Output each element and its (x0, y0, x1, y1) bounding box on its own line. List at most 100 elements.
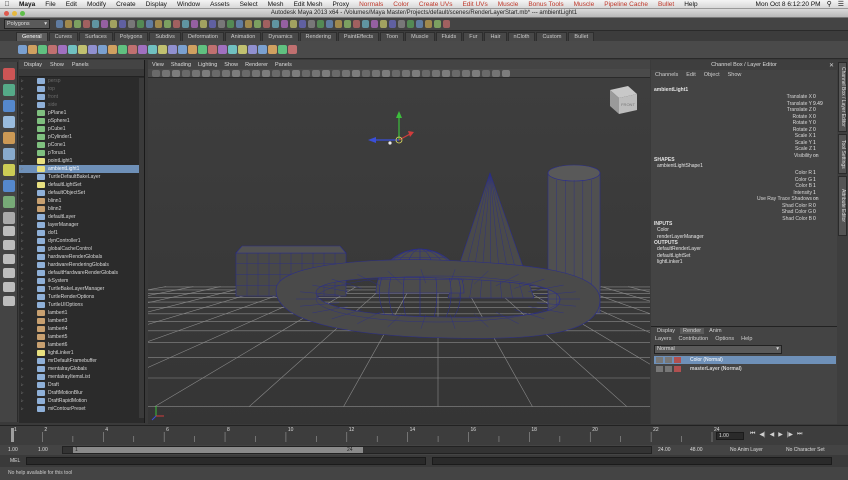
playback-button[interactable]: |▶ (787, 431, 793, 438)
expand-icon[interactable]: ▹ (19, 222, 37, 228)
outliner-item[interactable]: ▹ dynController1 (19, 237, 144, 245)
layer-menu-help[interactable]: Help (741, 336, 752, 342)
toolbox-tool-icon[interactable] (3, 100, 15, 112)
layer-toggle-icon[interactable] (674, 366, 681, 372)
status-tool-icon[interactable] (227, 20, 234, 28)
outliner-item[interactable]: ▹ pPlane1 (19, 109, 144, 117)
channel-row[interactable]: Visibility on (651, 153, 837, 160)
spotlight-icon[interactable]: ⚲ (827, 0, 832, 8)
status-tool-icon[interactable] (74, 20, 81, 28)
menu-select[interactable]: Select (235, 1, 263, 8)
expand-icon[interactable]: ▹ (19, 238, 37, 244)
viewport-toolbar-icon[interactable] (472, 70, 480, 77)
shelf-tool-icon[interactable] (108, 45, 117, 54)
shelf-tool-icon[interactable] (218, 45, 227, 54)
outliner-item[interactable]: ▹ defaultObjectSet (19, 189, 144, 197)
shelf-tool-icon[interactable] (148, 45, 157, 54)
expand-icon[interactable]: ▹ (19, 86, 37, 92)
menu-edit[interactable]: Edit (61, 1, 82, 8)
toolbox-tool-icon[interactable] (3, 212, 15, 224)
outliner-item[interactable]: ▹ layerManager (19, 221, 144, 229)
shelf-tool-icon[interactable] (158, 45, 167, 54)
outliner-item[interactable]: ▹ mentalrayGlobals (19, 365, 144, 373)
perspective-viewport[interactable]: View Shading Lighting Show Renderer Panels (148, 60, 650, 424)
time-ruler[interactable] (8, 426, 714, 446)
minimize-window-button[interactable] (12, 11, 17, 16)
outliner-scrollbar[interactable] (139, 78, 144, 418)
viewport-toolbar-icon[interactable] (152, 70, 160, 77)
expand-icon[interactable]: ▹ (19, 142, 37, 148)
shelf-tool-icon[interactable] (168, 45, 177, 54)
status-tool-icon[interactable] (182, 20, 189, 28)
toolbox-tool-icon[interactable] (3, 164, 15, 176)
viewport-menu-renderer[interactable]: Renderer (245, 62, 268, 68)
shelf-tool-icon[interactable] (178, 45, 187, 54)
viewport-toolbar-icon[interactable] (162, 70, 170, 77)
expand-icon[interactable]: ▹ (19, 110, 37, 116)
status-tool-icon[interactable] (272, 20, 279, 28)
expand-icon[interactable]: ▹ (19, 366, 37, 372)
expand-icon[interactable]: ▹ (19, 334, 37, 340)
status-tool-icon[interactable] (110, 20, 117, 28)
toolbox-tool-icon[interactable] (3, 116, 15, 128)
expand-icon[interactable]: ▹ (19, 134, 37, 140)
viewport-toolbar-icon[interactable] (222, 70, 230, 77)
outliner-item[interactable]: ▹ ikSystem (19, 277, 144, 285)
expand-icon[interactable]: ▹ (19, 302, 37, 308)
expand-icon[interactable]: ▹ (19, 190, 37, 196)
output-node[interactable]: defaultLightSet (657, 253, 690, 259)
outliner-item[interactable]: ▹ lambert3 (19, 317, 144, 325)
viewport-toolbar-icon[interactable] (212, 70, 220, 77)
status-tool-icon[interactable] (173, 20, 180, 28)
outliner-item[interactable]: ▹ lambert4 (19, 325, 144, 333)
shelf-tool-icon[interactable] (188, 45, 197, 54)
channelbox-menu-edit[interactable]: Edit (686, 72, 695, 78)
expand-icon[interactable]: ▹ (19, 174, 37, 180)
expand-icon[interactable]: ▹ (19, 94, 37, 100)
layer-menu-layers[interactable]: Layers (655, 336, 672, 342)
viewport-toolbar-icon[interactable] (172, 70, 180, 77)
menu-window[interactable]: Window (172, 1, 205, 8)
expand-icon[interactable]: ▹ (19, 262, 37, 268)
channelbox-object-name[interactable]: ambientLight1 (654, 87, 688, 93)
playback-button[interactable]: ◀ (770, 431, 775, 438)
expand-icon[interactable]: ▹ (19, 398, 37, 404)
apple-icon[interactable]:  (0, 1, 14, 8)
status-tool-icon[interactable] (317, 20, 324, 28)
channelbox-menu-channels[interactable]: Channels (655, 72, 678, 78)
current-frame-field[interactable]: 1.00 (716, 432, 744, 440)
status-tool-icon[interactable] (101, 20, 108, 28)
outliner-item[interactable]: ▹ pCube1 (19, 125, 144, 133)
anim-layer-menu[interactable]: No Anim Layer (730, 447, 763, 453)
viewport-toolbar-icon[interactable] (192, 70, 200, 77)
viewport-toolbar-icon[interactable] (182, 70, 190, 77)
range-end-time[interactable]: 24.00 (658, 447, 671, 453)
outliner-item[interactable]: ▹ TurtleBakeLayerManager (19, 285, 144, 293)
viewport-scene[interactable]: FRONT (148, 78, 650, 424)
channel-row[interactable]: Shad Color B0 (651, 216, 837, 223)
outliner-item[interactable]: ▹ pSphere1 (19, 117, 144, 125)
viewport-toolbar-icon[interactable] (282, 70, 290, 77)
layer-toggle-icon[interactable] (665, 366, 672, 372)
status-tool-icon[interactable] (218, 20, 225, 28)
menu-bullet[interactable]: Bullet (653, 1, 679, 8)
status-tool-icon[interactable] (92, 20, 99, 28)
layer-menu-contribution[interactable]: Contribution (679, 336, 709, 342)
input-node[interactable]: renderLayerManager (657, 234, 704, 240)
close-window-button[interactable] (4, 11, 9, 16)
viewport-menu-panels[interactable]: Panels (275, 62, 292, 68)
layer-toggle-icon[interactable] (674, 357, 681, 363)
expand-icon[interactable]: ▹ (19, 318, 37, 324)
expand-icon[interactable]: ▹ (19, 230, 37, 236)
viewport-toolbar-icon[interactable] (382, 70, 390, 77)
viewport-toolbar-icon[interactable] (292, 70, 300, 77)
shelf-tool-icon[interactable] (68, 45, 77, 54)
shelf-tab-rendering[interactable]: Rendering (299, 32, 337, 41)
layer-tab-render[interactable]: Render (680, 328, 705, 334)
outliner-item[interactable]: ▹ TurtleUIOptions (19, 301, 144, 309)
status-tool-icon[interactable] (146, 20, 153, 28)
status-tool-icon[interactable] (164, 20, 171, 28)
shelf-tool-icon[interactable] (48, 45, 57, 54)
viewport-toolbar-icon[interactable] (502, 70, 510, 77)
menu-pipeline-cache[interactable]: Pipeline Cache (599, 1, 653, 8)
